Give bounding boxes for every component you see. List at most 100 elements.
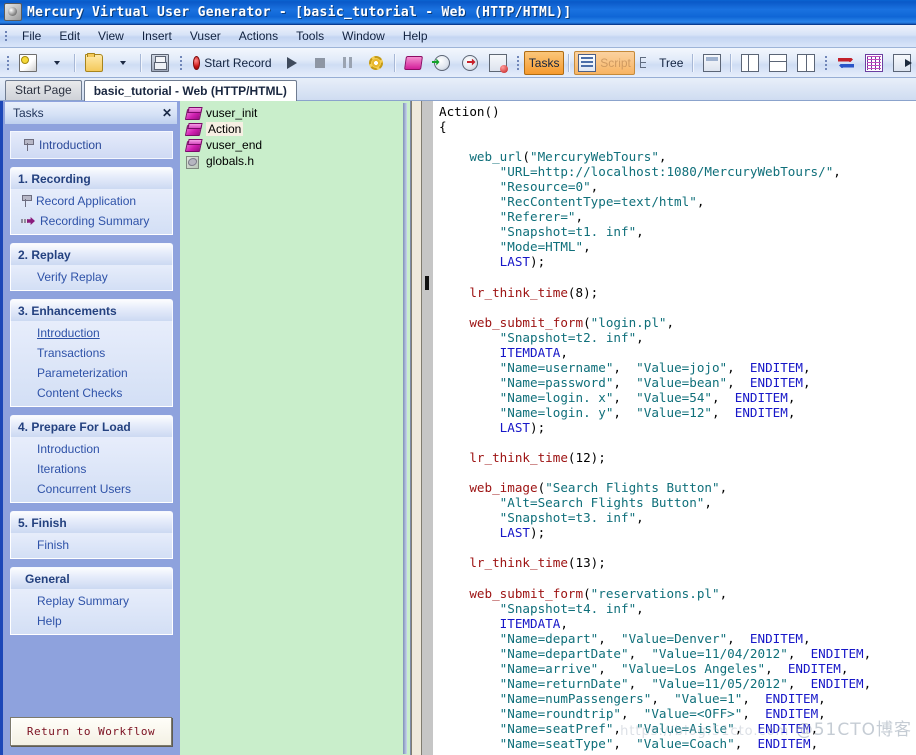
code-token: "Value=Denver" bbox=[621, 631, 727, 646]
menu-item-file[interactable]: File bbox=[13, 27, 50, 45]
toolbar-grip-icon[interactable] bbox=[5, 52, 11, 74]
tasks-item-verify-replay[interactable]: Verify Replay bbox=[11, 267, 172, 287]
tasks-group-header-general[interactable]: General bbox=[10, 567, 173, 589]
tasks-group-header-prepare-for-load[interactable]: 4. Prepare For Load bbox=[10, 415, 173, 437]
start-record-button[interactable]: Start Record bbox=[187, 51, 278, 75]
menu-item-insert[interactable]: Insert bbox=[133, 27, 181, 45]
pause-button[interactable] bbox=[334, 51, 362, 75]
menu-item-edit[interactable]: Edit bbox=[50, 27, 89, 45]
toolbar-grip-icon[interactable] bbox=[515, 52, 521, 74]
chevron-up-icon[interactable] bbox=[157, 576, 166, 582]
tasks-item-introduction[interactable]: Introduction bbox=[10, 131, 173, 159]
tasks-item-concurrent-users[interactable]: Concurrent Users bbox=[11, 479, 172, 499]
tree-row-action[interactable]: Action bbox=[184, 121, 410, 137]
tasks-group-header-replay[interactable]: 2. Replay bbox=[10, 243, 173, 265]
code-token bbox=[439, 254, 500, 269]
tasks-item-recording-summary[interactable]: Recording Summary bbox=[11, 211, 172, 231]
chevron-up-icon[interactable] bbox=[157, 252, 166, 258]
tasks-item-replay-summary[interactable]: Replay Summary bbox=[11, 591, 172, 611]
chevron-up-icon[interactable] bbox=[157, 520, 166, 526]
chevron-up-icon[interactable] bbox=[157, 308, 166, 314]
code-token bbox=[439, 345, 500, 360]
menu-item-window[interactable]: Window bbox=[333, 27, 394, 45]
menu-item-view[interactable]: View bbox=[89, 27, 133, 45]
layout-right-button[interactable] bbox=[792, 51, 820, 75]
tree-view-button[interactable]: Tree bbox=[635, 51, 688, 75]
tasks-group-header-finish[interactable]: 5. Finish bbox=[10, 511, 173, 533]
stop-button[interactable] bbox=[306, 51, 334, 75]
tree-row-globals-h[interactable]: globals.h bbox=[184, 153, 410, 169]
code-token: "Value=bean" bbox=[636, 375, 727, 390]
tasks-view-button[interactable]: Tasks bbox=[524, 51, 564, 75]
menu-item-actions[interactable]: Actions bbox=[230, 27, 287, 45]
open-script-dropdown[interactable] bbox=[108, 51, 136, 75]
run-logic-button[interactable] bbox=[888, 51, 916, 75]
menu-grip-icon[interactable] bbox=[2, 27, 10, 45]
code-token: "Value=Los Angeles" bbox=[621, 661, 765, 676]
layout-left-button[interactable] bbox=[736, 51, 764, 75]
code-token: "Resource=0" bbox=[500, 179, 591, 194]
tab-basic-tutorial[interactable]: basic_tutorial - Web (HTTP/HTML) bbox=[84, 80, 297, 101]
code-token: (13); bbox=[568, 555, 606, 570]
code-token bbox=[439, 661, 500, 676]
chevron-up-icon[interactable] bbox=[157, 176, 166, 182]
tasks-item-content-checks[interactable]: Content Checks bbox=[11, 383, 172, 403]
code-token: "Value=<OFF>" bbox=[644, 706, 743, 721]
new-script-button[interactable] bbox=[14, 51, 42, 75]
tasks-item-iterations[interactable]: Iterations bbox=[11, 459, 172, 479]
tasks-item-help[interactable]: Help bbox=[11, 611, 172, 631]
tasks-item-label: Replay Summary bbox=[37, 594, 129, 608]
tree-row-vuser-end[interactable]: vuser_end bbox=[184, 137, 410, 153]
save-script-button[interactable] bbox=[146, 51, 174, 75]
parameter-list-button[interactable] bbox=[400, 51, 428, 75]
close-icon[interactable]: ✕ bbox=[162, 108, 172, 118]
layout-center-button[interactable] bbox=[764, 51, 792, 75]
code-token: "login.pl" bbox=[591, 315, 667, 330]
code-line: "URL=http://localhost:1080/MercuryWebTou… bbox=[439, 164, 916, 179]
runtime-settings-button[interactable] bbox=[362, 51, 390, 75]
code-token: , bbox=[727, 360, 750, 375]
tasks-item-record-application[interactable]: Record Application bbox=[11, 191, 172, 211]
code-line: "Referer=", bbox=[439, 209, 916, 224]
tasks-group-recording: 1. Recording Record Application Recordin… bbox=[10, 167, 173, 235]
new-script-dropdown[interactable] bbox=[42, 51, 70, 75]
run-button[interactable] bbox=[278, 51, 306, 75]
toolbar-grip-icon[interactable] bbox=[177, 52, 183, 74]
snapshot-view-button[interactable] bbox=[698, 51, 726, 75]
code-token: , bbox=[811, 736, 819, 751]
menu-label: Insert bbox=[142, 29, 172, 43]
chevron-up-icon[interactable] bbox=[157, 424, 166, 430]
tasks-group-header-enhancements[interactable]: 3. Enhancements bbox=[10, 299, 173, 321]
code-token: "Value=12" bbox=[636, 405, 712, 420]
tree-row-vuser-init[interactable]: vuser_init bbox=[184, 105, 410, 121]
script-view-button[interactable]: Script bbox=[574, 51, 635, 75]
code-line bbox=[439, 465, 916, 480]
end-transaction-button[interactable] bbox=[456, 51, 484, 75]
tasks-item-enh-introduction[interactable]: Introduction bbox=[11, 323, 172, 343]
tasks-group-header-recording[interactable]: 1. Recording bbox=[10, 167, 173, 189]
start-transaction-button[interactable] bbox=[428, 51, 456, 75]
menu-item-vuser[interactable]: Vuser bbox=[181, 27, 230, 45]
toolbar-grip-icon[interactable] bbox=[823, 52, 829, 74]
return-to-workflow-button[interactable]: Return to Workflow bbox=[10, 717, 172, 746]
editor-bookmark-gutter[interactable] bbox=[422, 101, 433, 755]
tab-start-page[interactable]: Start Page bbox=[5, 80, 82, 100]
code-token bbox=[439, 450, 469, 465]
code-token: ( bbox=[522, 149, 530, 164]
rendezvous-button[interactable] bbox=[484, 51, 512, 75]
menu-item-help[interactable]: Help bbox=[394, 27, 437, 45]
compare-button[interactable] bbox=[832, 51, 860, 75]
code-text-area[interactable]: Action(){ web_url("MercuryWebTours", "UR… bbox=[433, 101, 916, 755]
open-script-button[interactable] bbox=[80, 51, 108, 75]
action-block-icon bbox=[186, 123, 201, 136]
code-token: "RecContentType=text/html" bbox=[500, 194, 697, 209]
menu-item-tools[interactable]: Tools bbox=[287, 27, 333, 45]
data-grid-button[interactable] bbox=[860, 51, 888, 75]
tasks-item-transactions[interactable]: Transactions bbox=[11, 343, 172, 363]
tasks-item-parameterization[interactable]: Parameterization bbox=[11, 363, 172, 383]
code-token bbox=[439, 555, 469, 570]
tasks-item-load-introduction[interactable]: Introduction bbox=[11, 439, 172, 459]
code-token: , bbox=[788, 390, 796, 405]
tasks-item-finish[interactable]: Finish bbox=[11, 535, 172, 555]
menu-bar: File Edit View Insert Vuser Actions Tool… bbox=[0, 25, 916, 48]
